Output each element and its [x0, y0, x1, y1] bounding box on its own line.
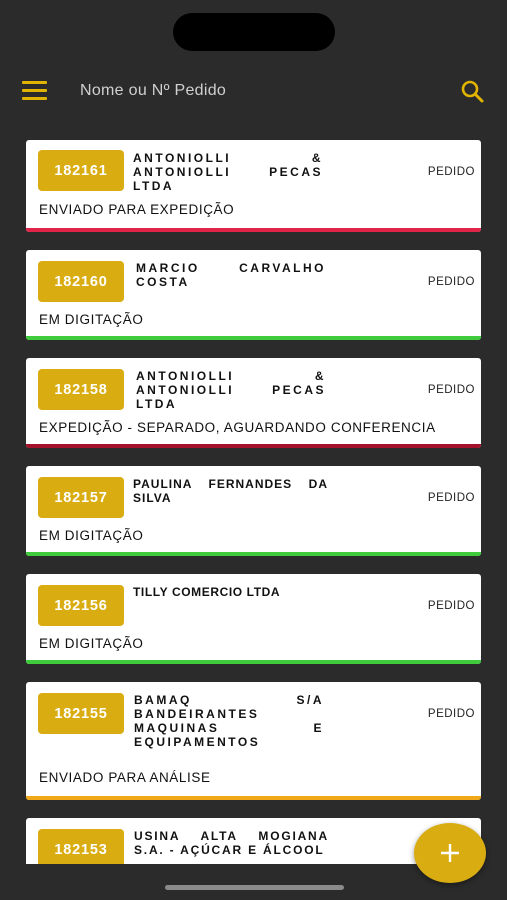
order-number-badge: 182161 — [38, 150, 124, 191]
document-type: PEDIDO — [427, 492, 475, 504]
status-color-bar — [26, 444, 481, 448]
order-status: EM DIGITAÇÃO — [39, 312, 144, 327]
order-number-badge: 182155 — [38, 693, 124, 734]
client-name: USINA ALTA MOGIANA S.A. - AÇÚCAR E ÁLCOO… — [134, 829, 329, 857]
order-card[interactable]: 182156 TILLY COMERCIO LTDA PEDIDO EM DIG… — [26, 574, 481, 664]
order-card[interactable]: 182158 ANTONIOLLI & ANTONIOLLI PECAS LTD… — [26, 358, 481, 448]
status-color-bar — [26, 552, 481, 556]
order-number-badge: 182153 — [38, 829, 124, 864]
client-name: MARCIO CARVALHO COSTA — [136, 261, 326, 289]
order-number-badge: 182157 — [38, 477, 124, 518]
order-card[interactable]: 182161 ANTONIOLLI & ANTONIOLLI PECAS LTD… — [26, 140, 481, 232]
document-type: PEDIDO — [427, 166, 475, 178]
order-list: 182161 ANTONIOLLI & ANTONIOLLI PECAS LTD… — [26, 140, 482, 864]
status-color-bar — [26, 336, 481, 340]
document-type: PEDIDO — [427, 276, 475, 288]
dynamic-island — [173, 13, 335, 51]
menu-icon[interactable] — [22, 81, 47, 101]
plus-icon — [441, 844, 459, 862]
order-status: EM DIGITAÇÃO — [39, 636, 144, 651]
status-color-bar — [26, 228, 481, 232]
order-number-badge: 182160 — [38, 261, 124, 302]
client-name: ANTONIOLLI & ANTONIOLLI PECAS LTDA — [133, 151, 323, 193]
order-status: EXPEDIÇÃO - SEPARADO, AGUARDANDO CONFERE… — [39, 420, 436, 435]
order-status: ENVIADO PARA EXPEDIÇÃO — [39, 202, 235, 217]
client-name: TILLY COMERCIO LTDA — [133, 585, 281, 599]
add-order-button[interactable] — [414, 823, 486, 883]
status-color-bar — [26, 660, 481, 664]
client-name: ANTONIOLLI & ANTONIOLLI PECAS LTDA — [136, 369, 326, 411]
order-card[interactable]: 182157 PAULINA FERNANDES DA SILVA PEDIDO… — [26, 466, 481, 556]
order-card[interactable]: 182155 BAMAQ S/A BANDEIRANTES MAQUINAS E… — [26, 682, 481, 800]
document-type: PEDIDO — [427, 600, 475, 612]
status-color-bar — [26, 796, 481, 800]
order-card[interactable]: 182160 MARCIO CARVALHO COSTA PEDIDO EM D… — [26, 250, 481, 340]
client-name: BAMAQ S/A BANDEIRANTES MAQUINAS E EQUIPA… — [134, 693, 324, 749]
order-status: ENVIADO PARA ANÁLISE — [39, 770, 211, 785]
order-card[interactable]: 182153 USINA ALTA MOGIANA S.A. - AÇÚCAR … — [26, 818, 481, 864]
document-type: PEDIDO — [427, 384, 475, 396]
home-indicator[interactable] — [165, 885, 344, 890]
search-input[interactable] — [80, 78, 440, 104]
order-number-badge: 182156 — [38, 585, 124, 626]
order-number-badge: 182158 — [38, 369, 124, 410]
document-type: PEDIDO — [427, 708, 475, 720]
client-name: PAULINA FERNANDES DA SILVA — [133, 477, 328, 505]
order-status: EM DIGITAÇÃO — [39, 528, 144, 543]
top-bar — [0, 64, 507, 118]
search-icon[interactable] — [459, 78, 487, 106]
